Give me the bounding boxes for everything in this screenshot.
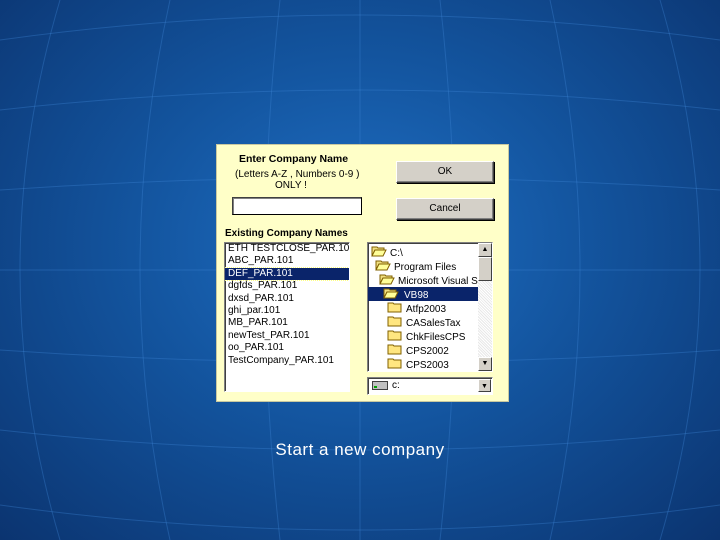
company-list-item[interactable]: ABC_PAR.101: [225, 255, 349, 267]
company-list-item[interactable]: MB_PAR.101: [225, 317, 349, 329]
folder-icon: [387, 357, 403, 371]
directory-label: ChkFilesCPS: [406, 332, 466, 344]
scroll-down-arrow-icon[interactable]: ▼: [478, 357, 492, 371]
directory-item[interactable]: CPS2002: [368, 343, 478, 357]
company-list-item[interactable]: TestCompany_PAR.101: [225, 355, 349, 367]
directory-item[interactable]: Program Files: [368, 259, 478, 273]
existing-companies-label: Existing Company Names: [225, 228, 348, 239]
directory-label: Microsoft Visual St: [398, 276, 481, 288]
slide-caption: Start a new company: [275, 440, 445, 459]
company-name-input[interactable]: [232, 197, 362, 215]
directory-list[interactable]: C:\ Program Files Microsoft Visual St VB98 A…: [367, 242, 493, 372]
directory-item[interactable]: Microsoft Visual St: [368, 273, 481, 288]
company-list-item[interactable]: dxsd_PAR.101: [225, 293, 349, 305]
scroll-thumb[interactable]: [478, 257, 492, 281]
directory-label: C:\: [390, 248, 403, 260]
directory-item[interactable]: CPS2003: [368, 357, 478, 371]
drive-value: c:: [392, 380, 400, 391]
cancel-button[interactable]: Cancel: [396, 198, 494, 220]
drive-select[interactable]: c: ▼: [367, 377, 493, 395]
directory-scrollbar[interactable]: ▲ ▼: [478, 243, 492, 371]
directory-label: CPS2003: [406, 360, 449, 372]
directory-label: VB98: [402, 290, 431, 302]
company-list-item[interactable]: ghi_par.101: [225, 305, 349, 317]
directory-item[interactable]: ChkFilesCPS: [368, 329, 478, 343]
company-list-item[interactable]: DEF_PAR.101: [225, 266, 349, 282]
directory-label: Program Files: [394, 262, 457, 274]
company-list-item[interactable]: newTest_PAR.101: [225, 330, 349, 342]
directory-item[interactable]: C:\: [368, 245, 478, 259]
scroll-up-arrow-icon[interactable]: ▲: [478, 243, 492, 257]
enter-company-dialog: Enter Company Name (Letters A-Z , Number…: [216, 144, 509, 402]
allowed-chars-hint-2: ONLY !: [275, 180, 307, 191]
dialog-title: Enter Company Name: [239, 153, 349, 165]
directory-label: Atfp2003: [406, 304, 447, 316]
dropdown-arrow-icon[interactable]: ▼: [478, 379, 491, 392]
company-list-item[interactable]: dgfds_PAR.101: [225, 280, 349, 292]
allowed-chars-hint: (Letters A-Z , Numbers 0-9 ): [235, 169, 360, 180]
directory-item[interactable]: CASalesTax: [368, 315, 478, 329]
ok-button[interactable]: OK: [396, 161, 494, 183]
company-list-item[interactable]: ETH TESTCLOSE_PAR.10: [225, 243, 349, 255]
company-list[interactable]: ETH TESTCLOSE_PAR.10 ABC_PAR.101 DEF_PAR.1…: [224, 242, 350, 392]
directory-label: CPS2002: [406, 346, 449, 358]
directory-item[interactable]: Atfp2003: [368, 301, 478, 315]
company-list-item[interactable]: oo_PAR.101: [225, 342, 349, 354]
directory-item[interactable]: VB98: [368, 287, 478, 302]
directory-label: CASalesTax: [406, 318, 461, 330]
drive-icon: [372, 381, 388, 390]
